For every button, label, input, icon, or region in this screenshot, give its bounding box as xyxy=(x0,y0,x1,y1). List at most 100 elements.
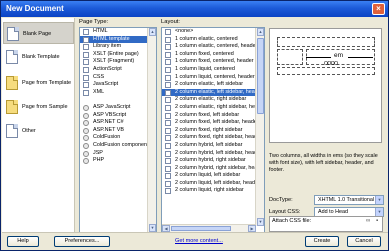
list-item-label: JavaScript xyxy=(93,81,119,88)
layout-item[interactable]: 1 column liquid, centered, header and f xyxy=(162,74,264,82)
layout-item[interactable]: 1 column liquid, centered xyxy=(162,66,264,74)
layout-item[interactable]: 2 column elastic, left sidebar xyxy=(162,81,264,89)
sidebar-item-page-from-template[interactable]: Page from Template xyxy=(3,72,74,94)
document-icon xyxy=(83,89,89,96)
other-icon xyxy=(6,124,18,138)
document-icon xyxy=(83,51,89,58)
link-icon[interactable]: ∞ xyxy=(366,218,370,224)
gear-icon xyxy=(83,142,89,149)
attach-css-box[interactable]: Attach CSS file: ∞ ▪ xyxy=(269,216,383,232)
page-type-scrollbar[interactable]: ▲ ▼ xyxy=(147,28,156,232)
layout-item[interactable]: 1 column elastic, centered, header and f xyxy=(162,43,264,51)
list-item-label: 2 column hybrid, left sidebar xyxy=(175,141,243,148)
layout-item[interactable]: 1 column elastic, centered xyxy=(162,36,264,44)
list-item-label: 1 column liquid, centered xyxy=(175,65,235,72)
document-icon xyxy=(165,44,171,51)
scroll-thumb[interactable] xyxy=(171,226,231,231)
document-icon xyxy=(83,82,89,89)
layout-item[interactable]: 2 column fixed, left sidebar xyxy=(162,112,264,120)
layout-item[interactable]: 2 column fixed, left sidebar, header and xyxy=(162,119,264,127)
page-type-item[interactable]: ASP JavaScript xyxy=(80,104,156,112)
page-type-item[interactable]: ColdFusion component xyxy=(80,142,156,150)
scroll-left-icon[interactable]: ◀ xyxy=(162,225,170,232)
list-item-label: 2 column elastic, right sidebar, header … xyxy=(175,103,264,110)
get-more-content-link[interactable]: Get more content... xyxy=(175,238,223,244)
layout-item[interactable]: 2 column elastic, left sidebar, header a xyxy=(162,88,264,97)
list-item-label: 1 column elastic, centered, header and f xyxy=(175,43,264,50)
list-item-label: ColdFusion xyxy=(93,134,121,141)
sidebar-item-page-from-sample[interactable]: Page from Sample xyxy=(3,96,74,118)
layout-item[interactable]: 2 column liquid, left sidebar xyxy=(162,172,264,180)
layout-item[interactable]: 2 column elastic, right sidebar xyxy=(162,96,264,104)
sidebar-item-blank-template[interactable]: Blank Template xyxy=(3,46,74,68)
sidebar-item-other[interactable]: Other xyxy=(3,120,74,142)
document-icon xyxy=(165,165,171,172)
layout-item[interactable]: 2 column hybrid, right sidebar, header a xyxy=(162,165,264,173)
sample-folder-icon xyxy=(6,100,18,114)
scroll-up-icon[interactable]: ▲ xyxy=(149,28,156,36)
close-button[interactable]: × xyxy=(372,3,385,15)
layout-item[interactable]: 2 column fixed, right sidebar xyxy=(162,127,264,135)
blank-page-icon xyxy=(7,27,19,41)
layout-item[interactable]: 2 column elastic, right sidebar, header … xyxy=(162,104,264,112)
page-type-item[interactable]: ASP.NET C# xyxy=(80,119,156,127)
preferences-button[interactable]: Preferences... xyxy=(54,236,110,247)
sidebar-item-blank-page[interactable]: Blank Page xyxy=(3,22,74,44)
page-type-item[interactable]: JSP xyxy=(80,150,156,158)
width-arrow-icon xyxy=(348,57,373,58)
layout-header: Layout: xyxy=(161,19,181,25)
layout-item[interactable]: 1 column fixed, centered xyxy=(162,51,264,59)
scroll-up-icon[interactable]: ▲ xyxy=(257,28,264,36)
page-type-list[interactable]: HTML HTML template Library item XSLT (Entir… xyxy=(79,27,157,233)
layout-item[interactable]: 2 column fixed, right sidebar, header an xyxy=(162,134,264,142)
page-type-item[interactable]: HTML xyxy=(80,28,156,36)
page-type-item[interactable]: ASP.NET VB xyxy=(80,127,156,135)
layout-item[interactable]: 2 column liquid, right sidebar xyxy=(162,187,264,195)
document-icon xyxy=(83,44,89,51)
scroll-down-icon[interactable]: ▼ xyxy=(149,224,156,232)
page-type-item[interactable]: ActionScript xyxy=(80,66,156,74)
list-item-label: PHP xyxy=(93,157,105,164)
page-type-item[interactable]: JavaScript xyxy=(80,81,156,89)
layout-item[interactable]: 1 column fixed, centered, header and foo xyxy=(162,58,264,66)
page-type-item[interactable]: ColdFusion xyxy=(80,134,156,142)
document-icon xyxy=(165,82,171,89)
document-icon xyxy=(165,150,171,157)
gear-icon xyxy=(83,127,89,134)
document-icon xyxy=(165,173,171,180)
layout-item[interactable]: <none> xyxy=(162,28,264,36)
layout-item[interactable]: 2 column hybrid, right sidebar xyxy=(162,157,264,165)
list-item-label: 2 column elastic, left sidebar xyxy=(175,81,244,88)
layout-item[interactable]: 2 column hybrid, left sidebar, header an xyxy=(162,150,264,158)
sidebar-item-label: Blank Page xyxy=(23,31,52,37)
chevron-down-icon[interactable]: ▼ xyxy=(375,208,383,216)
page-type-item[interactable]: ASP VBScript xyxy=(80,112,156,120)
page-type-item[interactable]: HTML template xyxy=(80,35,156,44)
layout-horizontal-scrollbar[interactable]: ◀ ▶ xyxy=(162,224,256,232)
trash-icon[interactable]: ▪ xyxy=(376,218,378,224)
layout-list[interactable]: <none> 1 column elastic, centered 1 column… xyxy=(161,27,265,233)
page-type-item[interactable]: PHP xyxy=(80,157,156,165)
doctype-select[interactable]: XHTML 1.0 Transitional ▼ xyxy=(314,195,384,205)
help-button[interactable]: Help xyxy=(7,236,39,247)
layout-scrollbar[interactable]: ▲ ▼ xyxy=(255,28,264,226)
dialog-title: New Document xyxy=(6,4,64,13)
list-item-label: XSLT (Fragment) xyxy=(93,58,135,65)
create-button[interactable]: Create xyxy=(305,236,339,247)
scroll-thumb[interactable] xyxy=(257,38,264,114)
page-type-item[interactable]: XSLT (Fragment) xyxy=(80,58,156,66)
sidebar-item-label: Page from Template xyxy=(22,80,72,86)
page-type-item[interactable]: XML xyxy=(80,89,156,97)
layout-item[interactable]: 2 column hybrid, left sidebar xyxy=(162,142,264,150)
scroll-down-icon[interactable]: ▼ xyxy=(257,218,264,226)
cancel-button[interactable]: Cancel xyxy=(347,236,381,247)
list-item-label: <none> xyxy=(175,28,194,34)
layout-item[interactable]: 2 column liquid, left sidebar, header an… xyxy=(162,180,264,188)
page-type-item[interactable]: Library item xyxy=(80,43,156,51)
list-item-label: HTML template xyxy=(93,35,130,42)
preview-sidebar-block xyxy=(277,49,303,65)
page-type-item[interactable]: CSS xyxy=(80,74,156,82)
chevron-down-icon[interactable]: ▼ xyxy=(375,196,383,204)
page-type-item[interactable]: XSLT (Entire page) xyxy=(80,51,156,59)
scroll-right-icon[interactable]: ▶ xyxy=(248,225,256,232)
